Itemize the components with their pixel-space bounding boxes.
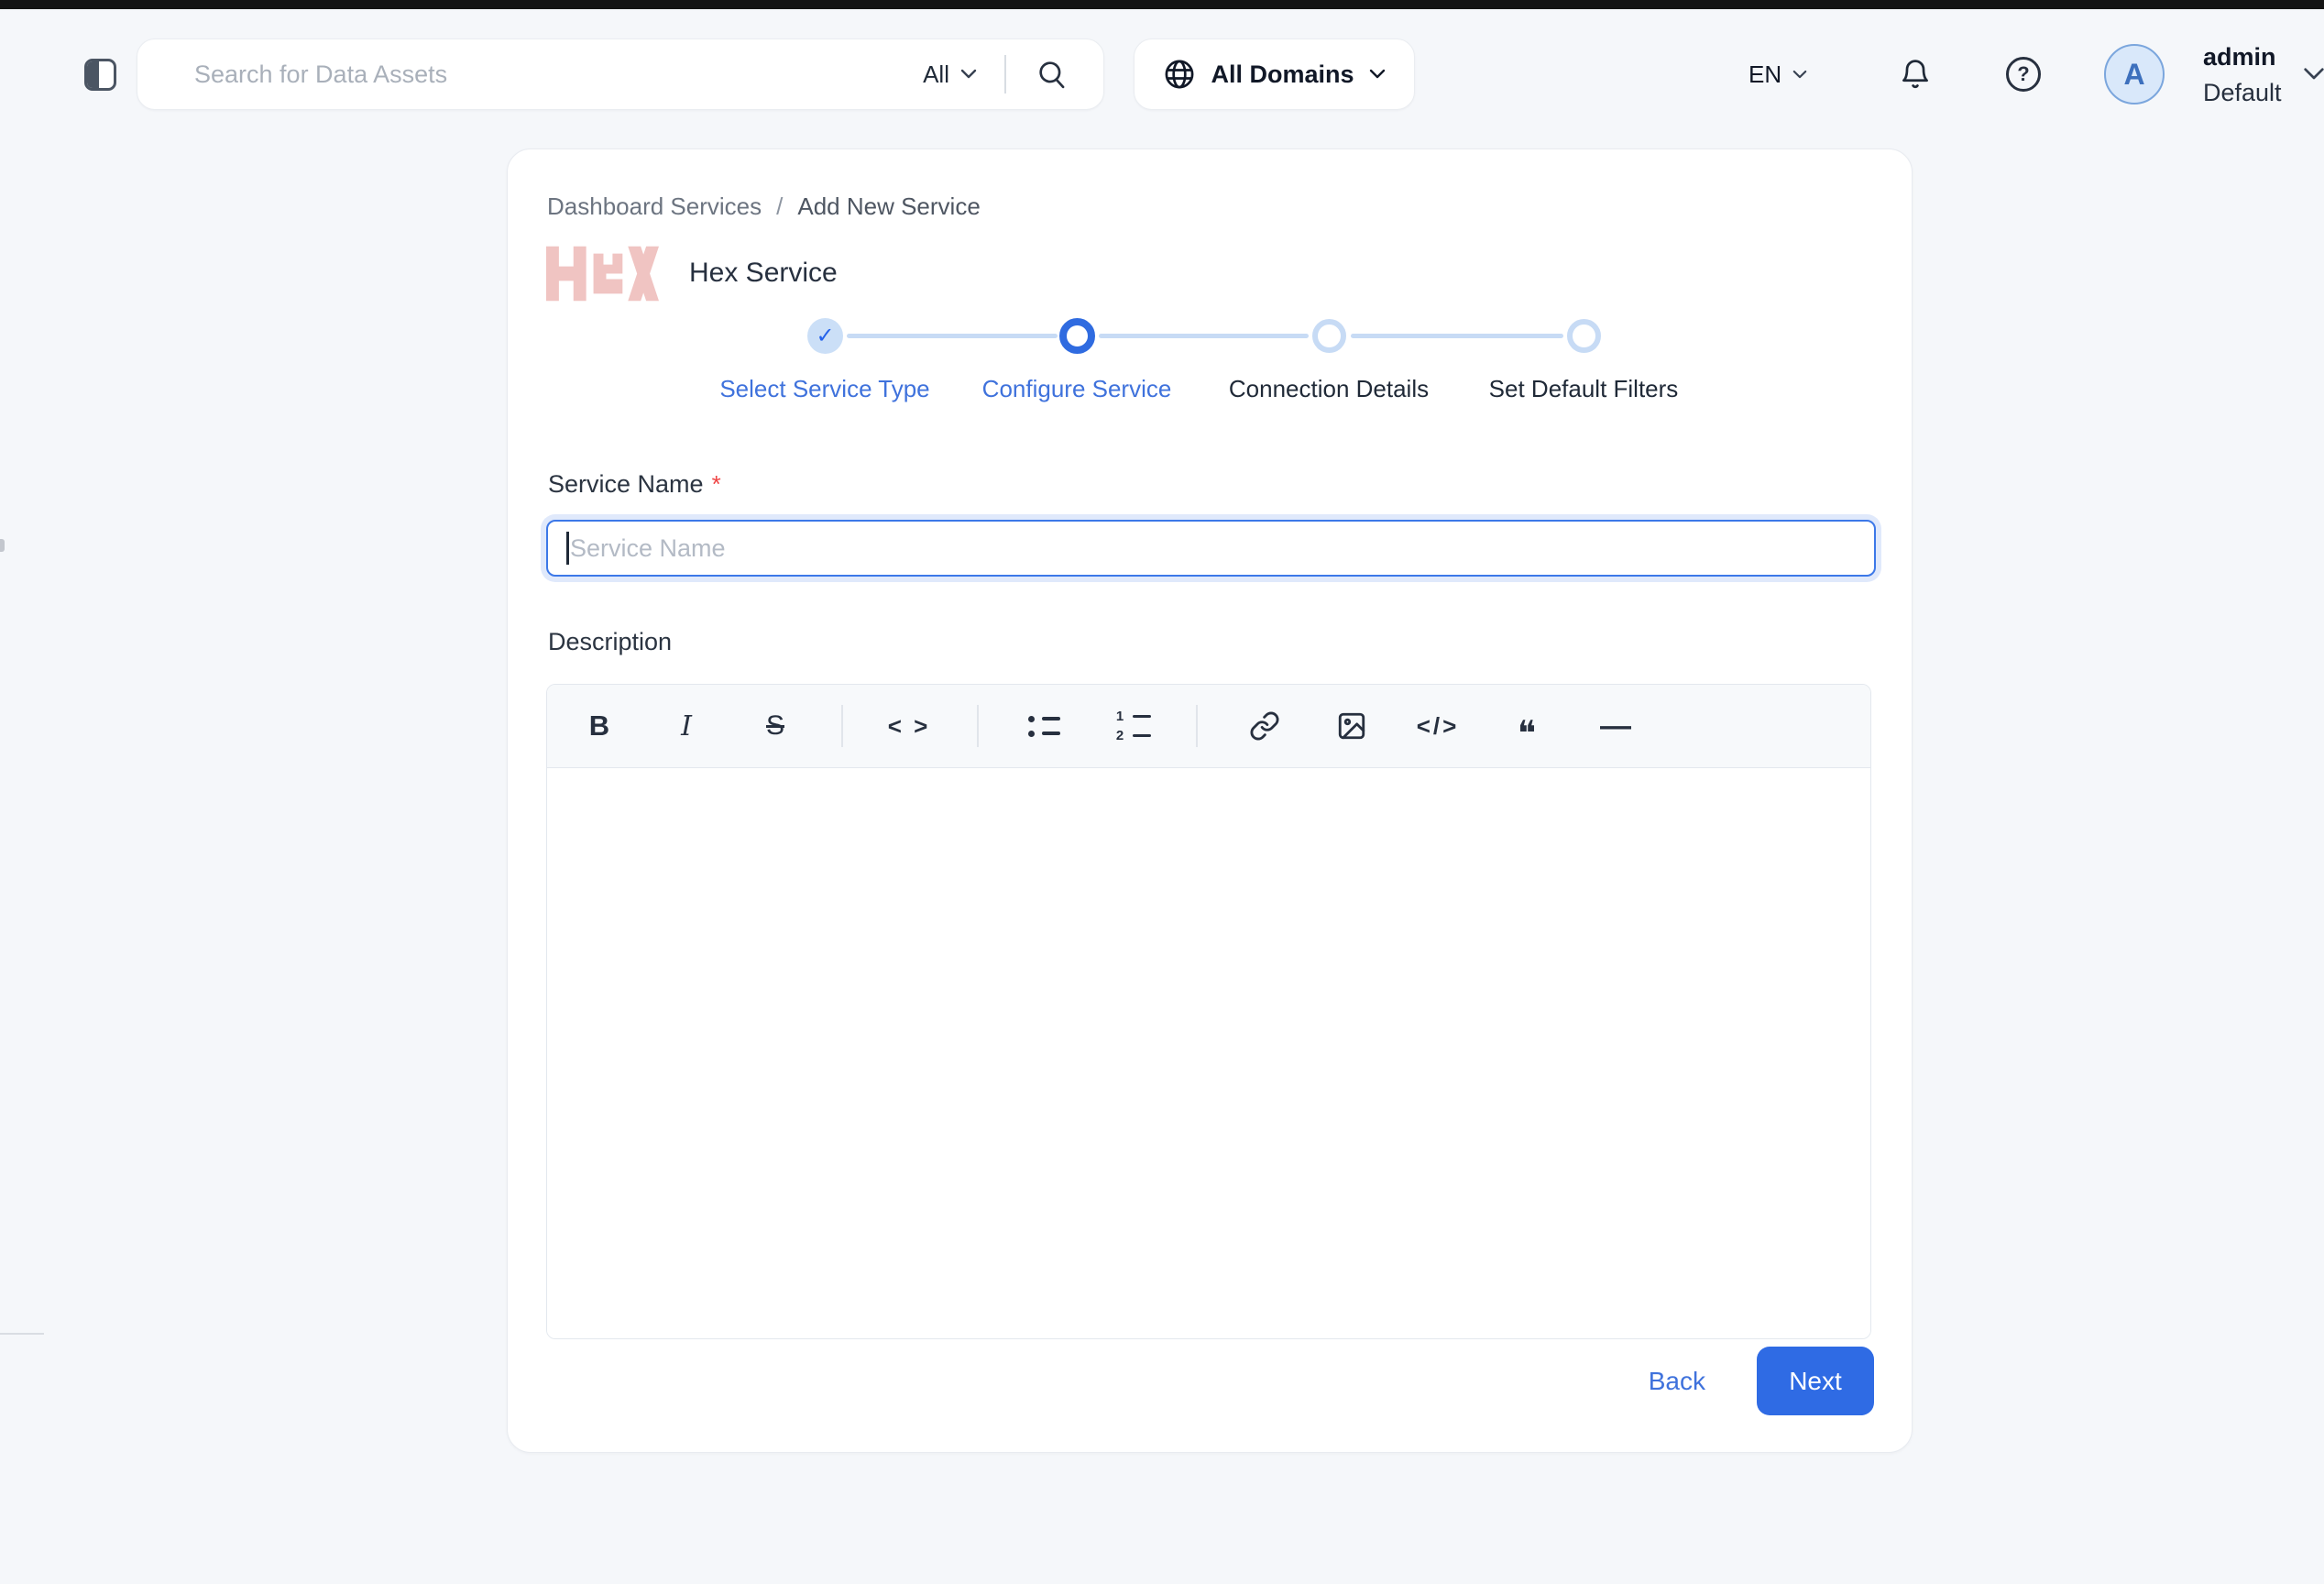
chevron-down-icon <box>960 69 977 80</box>
numbered-list-one: 1 <box>1114 711 1125 722</box>
service-name-label-text: Service Name <box>548 470 704 498</box>
breadcrumb: Dashboard Services / Add New Service <box>547 192 981 221</box>
toolbar-divider <box>841 705 843 747</box>
editor-toolbar: B I S < > 1 2 <box>547 685 1870 768</box>
step-label-set-default-filters: Set Default Filters <box>1437 375 1730 403</box>
help-button[interactable]: ? <box>2001 38 2045 110</box>
chevron-down-icon <box>1369 69 1386 80</box>
step-label-configure-service: Configure Service <box>930 375 1223 403</box>
user-name: admin <box>2203 38 2282 75</box>
inline-code-icon[interactable]: < > <box>889 703 929 749</box>
description-editor-body[interactable] <box>547 768 1870 1339</box>
step-circle-set-default-filters <box>1567 319 1601 353</box>
breadcrumb-dashboard-services[interactable]: Dashboard Services <box>547 192 762 221</box>
chevron-down-icon <box>2302 67 2324 82</box>
help-glyph: ? <box>2017 62 2029 86</box>
bold-icon[interactable]: B <box>579 703 619 749</box>
search-icon[interactable] <box>1032 54 1072 94</box>
hex-service-logo <box>546 246 659 302</box>
back-button[interactable]: Back <box>1636 1358 1718 1405</box>
search-scope-dropdown[interactable]: All <box>923 60 977 89</box>
italic-icon[interactable]: I <box>666 703 707 749</box>
quote-icon[interactable]: ❝ <box>1507 703 1547 749</box>
page-title: Hex Service <box>689 258 838 289</box>
help-icon: ? <box>2006 57 2041 92</box>
horizontal-rule-icon[interactable]: — <box>1595 703 1636 749</box>
description-label: Description <box>548 628 672 656</box>
user-team: Default <box>2203 75 2282 110</box>
user-menu[interactable]: admin Default <box>2203 38 2282 110</box>
breadcrumb-separator: / <box>776 192 783 221</box>
step-circle-connection-details <box>1312 319 1346 353</box>
stepper-connector <box>847 334 1058 338</box>
check-icon: ✓ <box>816 323 834 349</box>
sidebar-toggle-icon[interactable] <box>84 59 116 91</box>
add-service-card: Dashboard Services / Add New Service Hex… <box>507 148 1913 1453</box>
left-edge-tick <box>0 539 5 552</box>
step-label-select-service-type: Select Service Type <box>678 375 971 403</box>
strikethrough-icon[interactable]: S <box>755 703 795 749</box>
wizard-footer: Back Next <box>1636 1347 1874 1415</box>
service-name-input[interactable] <box>546 520 1876 577</box>
service-header: Hex Service <box>546 245 838 302</box>
sidebar-toggle-fill <box>87 61 99 88</box>
toolbar-divider <box>977 705 979 747</box>
service-name-label: Service Name * <box>548 470 721 499</box>
description-editor: B I S < > 1 2 <box>546 684 1871 1339</box>
image-icon[interactable] <box>1332 703 1372 749</box>
domains-dropdown[interactable]: All Domains <box>1134 38 1415 110</box>
stepper-connector <box>1099 334 1309 338</box>
chevron-down-icon <box>1792 70 1807 80</box>
globe-icon <box>1163 58 1196 91</box>
bullet-list-icon[interactable] <box>1024 703 1064 749</box>
numbered-list-icon[interactable]: 1 2 <box>1113 703 1153 749</box>
global-search-bar[interactable]: Search for Data Assets All <box>137 38 1104 110</box>
link-icon[interactable] <box>1244 703 1285 749</box>
toolbar-divider <box>1196 705 1198 747</box>
text-caret <box>566 532 569 565</box>
language-selector[interactable]: EN <box>1748 38 1807 110</box>
top-navigation: Search for Data Assets All All Domains <box>0 9 2324 130</box>
numbered-list-two: 2 <box>1114 731 1125 742</box>
service-name-field-wrap <box>546 520 1876 577</box>
required-marker: * <box>712 470 721 498</box>
step-circle-select-service-type: ✓ <box>807 318 843 354</box>
bell-icon <box>1899 58 1932 91</box>
search-input[interactable]: Search for Data Assets <box>194 60 923 89</box>
search-scope-label: All <box>923 60 949 89</box>
user-menu-chevron[interactable] <box>2302 38 2324 110</box>
left-edge-divider <box>0 1333 44 1335</box>
breadcrumb-current: Add New Service <box>797 192 980 221</box>
notifications-button[interactable] <box>1893 38 1937 110</box>
avatar[interactable]: A <box>2104 44 2165 104</box>
language-label: EN <box>1748 60 1781 89</box>
code-block-icon[interactable]: </> <box>1418 703 1458 749</box>
step-circle-configure-service <box>1059 318 1095 354</box>
step-label-connection-details: Connection Details <box>1182 375 1475 403</box>
next-button[interactable]: Next <box>1757 1347 1874 1415</box>
stepper-connector <box>1351 334 1563 338</box>
window-top-bar <box>0 0 2324 9</box>
search-divider <box>1004 55 1006 94</box>
avatar-initial: A <box>2123 58 2144 92</box>
domains-label: All Domains <box>1211 60 1354 89</box>
